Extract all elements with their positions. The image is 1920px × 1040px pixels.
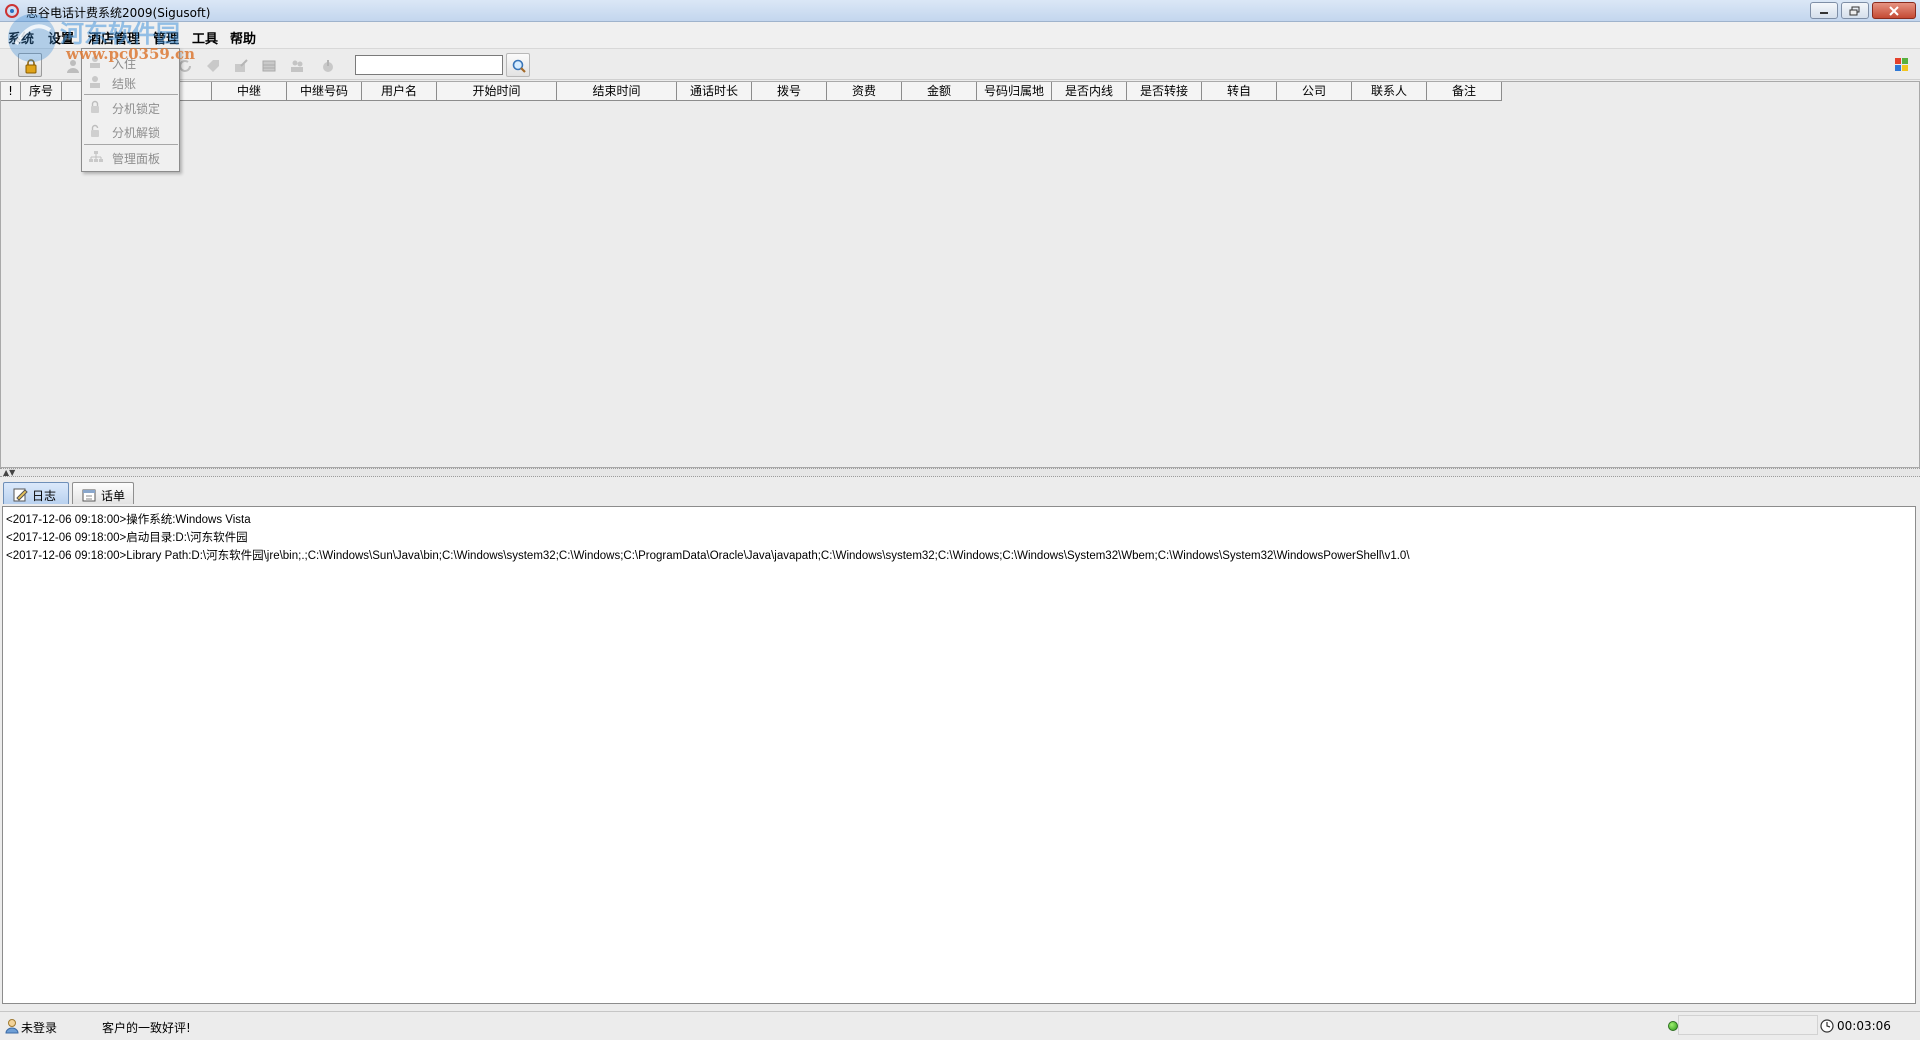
connection-led-icon xyxy=(1668,1021,1678,1031)
menu-system[interactable]: 系统 xyxy=(8,28,34,47)
users-icon xyxy=(291,60,303,72)
search-icon xyxy=(512,59,526,73)
check-in-icon xyxy=(90,56,100,68)
status-bar: 未登录 客户的一致好评! 00:03:06 xyxy=(0,1011,1920,1040)
column-header-location[interactable]: 号码归属地 xyxy=(977,82,1052,101)
column-header-dialed[interactable]: 拨号 xyxy=(752,82,827,101)
elapsed-time: 00:03:06 xyxy=(1837,1019,1891,1033)
menu-item-admin-panel[interactable]: 管理面板 xyxy=(82,147,179,167)
search-button[interactable] xyxy=(506,53,530,77)
toolbar-button-11[interactable] xyxy=(315,53,339,77)
splitter-arrows-icon[interactable]: ▲▼ xyxy=(3,468,15,477)
windows-flag-icon xyxy=(1895,58,1908,71)
grid-header: ! 序号 分机 中继 中继号码 用户名 开始时间 结束时间 通话时长 拨号 资费… xyxy=(1,82,1502,101)
log-line: <2017-12-06 09:18:00>操作系统:Windows Vista xyxy=(6,514,251,526)
status-message: 客户的一致好评! xyxy=(102,1021,191,1035)
bottom-tabs: 日志 话单 xyxy=(0,481,1920,506)
log-line: <2017-12-06 09:18:00>Library Path:D:\河东软… xyxy=(6,550,1410,562)
column-header-trunk-number[interactable]: 中继号码 xyxy=(287,82,362,101)
toolbar-button-8[interactable] xyxy=(228,53,252,77)
checkout-icon xyxy=(90,76,100,88)
database-icon xyxy=(262,60,276,72)
menu-tools[interactable]: 工具 xyxy=(192,28,218,47)
column-header-end-time[interactable]: 结束时间 xyxy=(557,82,677,101)
minimize-button[interactable] xyxy=(1810,2,1838,19)
panel-icon xyxy=(89,151,103,162)
tab-call-records[interactable]: 话单 xyxy=(72,482,134,504)
menu-hotel-management[interactable]: 酒店管理 xyxy=(88,28,140,47)
title-bar: 思谷电话计费系统2009(Sigusoft) xyxy=(0,0,1920,22)
lock-icon xyxy=(25,59,37,74)
column-header-duration[interactable]: 通话时长 xyxy=(677,82,752,101)
menu-management[interactable]: 管理 xyxy=(153,28,179,47)
unlock-icon xyxy=(91,124,99,137)
window-controls xyxy=(1810,2,1916,19)
toolbar-button-7[interactable] xyxy=(200,53,224,77)
tag-icon xyxy=(207,60,219,72)
hand-icon xyxy=(323,60,333,72)
log-panel[interactable]: <2017-12-06 09:18:00>操作系统:Windows Vista … xyxy=(2,506,1916,1004)
window-title: 思谷电话计费系统2009(Sigusoft) xyxy=(26,6,211,20)
restore-button[interactable] xyxy=(1841,2,1869,19)
menu-separator xyxy=(84,144,178,145)
lock-icon xyxy=(91,100,99,113)
status-field xyxy=(1678,1015,1818,1035)
column-header-username[interactable]: 用户名 xyxy=(362,82,437,101)
menu-settings[interactable]: 设置 xyxy=(48,28,74,47)
menu-bar: 系统 设置 酒店管理 管理 工具 帮助 xyxy=(0,22,1920,48)
column-header-company[interactable]: 公司 xyxy=(1277,82,1352,101)
search-input[interactable] xyxy=(355,55,503,75)
column-header-contact[interactable]: 联系人 xyxy=(1352,82,1427,101)
clock-icon xyxy=(1820,1019,1834,1033)
column-header-transferred[interactable]: 是否转接 xyxy=(1127,82,1202,101)
menu-item-extension-unlock[interactable]: 分机解锁 xyxy=(82,121,179,141)
pane-splitter[interactable]: ▲▼ xyxy=(0,468,1920,477)
user-icon xyxy=(67,60,79,73)
calendar-icon xyxy=(82,489,96,502)
close-icon xyxy=(1889,5,1899,16)
column-header-amount[interactable]: 金额 xyxy=(902,82,977,101)
hotel-management-dropdown: 入住 结账 分机锁定 分机解锁 管理面板 xyxy=(81,48,180,172)
login-status: 未登录 xyxy=(21,1021,58,1035)
toolbar xyxy=(0,48,1920,80)
column-header-start-time[interactable]: 开始时间 xyxy=(437,82,557,101)
menu-help[interactable]: 帮助 xyxy=(230,28,256,47)
user-status-icon xyxy=(5,1019,19,1034)
column-header-transfer-from[interactable]: 转自 xyxy=(1202,82,1277,101)
menu-item-extension-lock[interactable]: 分机锁定 xyxy=(82,97,179,117)
column-header-trunk[interactable]: 中继 xyxy=(212,82,287,101)
minimize-icon xyxy=(1820,11,1828,14)
restore-icon xyxy=(1849,6,1860,15)
tab-log[interactable]: 日志 xyxy=(3,482,69,504)
column-header-rate[interactable]: 资费 xyxy=(827,82,902,101)
column-header-index[interactable]: 序号 xyxy=(21,82,62,101)
log-edit-icon xyxy=(13,488,28,502)
menu-item-checkout[interactable]: 结账 xyxy=(82,72,179,92)
toolbar-button-10[interactable] xyxy=(284,53,308,77)
menu-item-check-in[interactable]: 入住 xyxy=(82,52,179,72)
call-records-grid[interactable]: ! 序号 分机 中继 中继号码 用户名 开始时间 结束时间 通话时长 拨号 资费… xyxy=(0,81,1920,468)
close-button[interactable] xyxy=(1872,2,1916,19)
menu-separator xyxy=(84,94,178,95)
column-header-internal[interactable]: 是否内线 xyxy=(1052,82,1127,101)
export-icon xyxy=(235,59,248,72)
log-line: <2017-12-06 09:18:00>启动目录:D:\河东软件园 xyxy=(6,532,248,544)
toolbar-button-9[interactable] xyxy=(256,53,280,77)
column-header-remarks[interactable]: 备注 xyxy=(1427,82,1502,101)
column-header-flag[interactable]: ! xyxy=(1,82,21,101)
toolbar-login-button[interactable] xyxy=(18,53,42,77)
app-logo-icon xyxy=(5,4,19,18)
